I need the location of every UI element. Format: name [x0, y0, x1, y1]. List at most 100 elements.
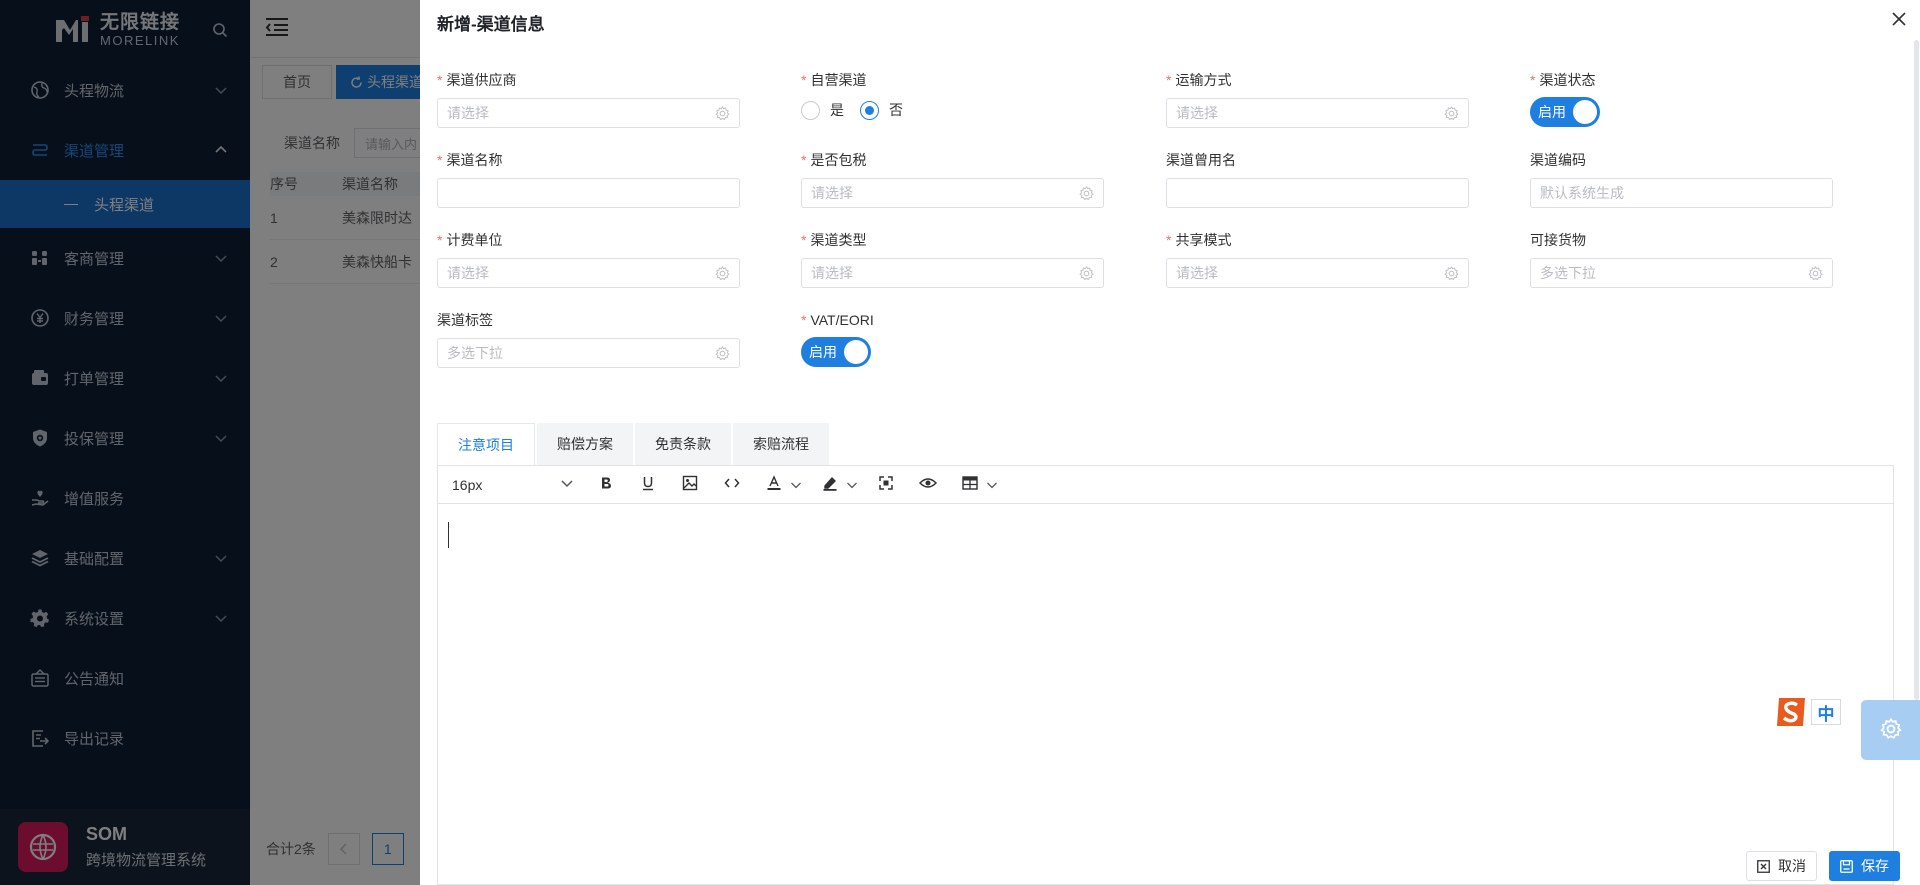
- required-mark: *: [801, 312, 807, 328]
- tab-compensation[interactable]: 赔偿方案: [537, 423, 633, 465]
- ime-indicator[interactable]: 中: [1773, 694, 1841, 730]
- field-label: 可接货物: [1530, 232, 1586, 248]
- select-placeholder: 请选择: [1176, 265, 1218, 281]
- field-channel-tags: 渠道标签 多选下拉: [437, 310, 740, 368]
- radio-label: 是: [830, 102, 844, 118]
- image-icon: [682, 475, 698, 494]
- field-label: 渠道编码: [1530, 152, 1586, 168]
- rich-text-editor[interactable]: 16px: [437, 465, 1894, 885]
- chevron-down-icon: [560, 476, 574, 493]
- switch-text: 启用: [809, 344, 837, 360]
- underline-button[interactable]: [634, 471, 662, 499]
- code-icon: [724, 476, 740, 493]
- select-placeholder: 请选择: [447, 265, 489, 281]
- required-mark: *: [437, 232, 443, 248]
- table-icon: [962, 476, 978, 493]
- field-channel-type: * 渠道类型 请选择: [801, 230, 1104, 288]
- field-supplier: * 渠道供应商 请选择: [437, 70, 740, 128]
- chevron-down-icon[interactable]: [986, 479, 998, 491]
- sogou-ime-icon: [1773, 694, 1809, 730]
- save-button[interactable]: 保存: [1829, 851, 1900, 881]
- field-alias: 渠道曾用名: [1166, 150, 1469, 208]
- required-mark: *: [1166, 72, 1172, 88]
- share-mode-select[interactable]: 请选择: [1166, 258, 1469, 288]
- alias-input[interactable]: [1166, 178, 1469, 208]
- tab-disclaimer[interactable]: 免责条款: [635, 423, 731, 465]
- select-placeholder: 请选择: [447, 105, 489, 121]
- acceptable-goods-multiselect[interactable]: 多选下拉: [1530, 258, 1833, 288]
- required-mark: *: [801, 232, 807, 248]
- close-icon[interactable]: [1892, 12, 1906, 26]
- tab-claim-process[interactable]: 索赔流程: [733, 423, 829, 465]
- button-label: 保存: [1861, 858, 1889, 874]
- editor-toolbar: 16px: [438, 466, 1893, 504]
- field-label: 自营渠道: [810, 72, 867, 88]
- close-square-icon: [1757, 859, 1778, 873]
- font-color-button[interactable]: [760, 471, 788, 499]
- settings-icon: [715, 346, 730, 361]
- required-mark: *: [801, 152, 807, 168]
- tax-included-select[interactable]: 请选择: [801, 178, 1104, 208]
- radio-circle: [860, 100, 879, 120]
- field-share-mode: * 共享模式 请选择: [1166, 230, 1469, 288]
- required-mark: *: [437, 152, 443, 168]
- tab-notes[interactable]: 注意项目: [437, 423, 535, 465]
- editor-tabs: 注意项目 赔偿方案 免责条款 索赔流程: [437, 423, 831, 465]
- required-mark: *: [1166, 232, 1172, 248]
- field-label: 共享模式: [1175, 232, 1232, 248]
- ime-language: 中: [1811, 699, 1841, 725]
- channel-name-input[interactable]: [437, 178, 740, 208]
- channel-info-drawer: 新增-渠道信息 * 渠道供应商 请选择 * 自营渠道 是 否 * 运输方式 请选择 *…: [420, 0, 1920, 885]
- field-code: 渠道编码 默认系统生成: [1530, 150, 1833, 208]
- channel-code-input[interactable]: 默认系统生成: [1530, 178, 1833, 208]
- vat-eori-toggle[interactable]: 启用: [801, 337, 871, 367]
- chevron-down-icon[interactable]: [790, 479, 802, 491]
- field-acceptable-goods: 可接货物 多选下拉: [1530, 230, 1833, 288]
- font-color-icon: [766, 475, 782, 494]
- font-size-value: 16px: [452, 476, 483, 493]
- settings-icon: [715, 106, 730, 121]
- settings-icon: [1079, 266, 1094, 281]
- chevron-down-icon[interactable]: [846, 479, 858, 491]
- switch-knob: [844, 340, 868, 364]
- required-mark: *: [437, 72, 443, 88]
- switch-text: 启用: [1538, 104, 1566, 120]
- radio-yes[interactable]: 是: [801, 100, 844, 120]
- field-label: 渠道供应商: [446, 72, 517, 88]
- cancel-button[interactable]: 取消: [1746, 851, 1817, 881]
- billing-unit-select[interactable]: 请选择: [437, 258, 740, 288]
- button-label: 取消: [1778, 858, 1806, 874]
- select-placeholder: 多选下拉: [1540, 265, 1596, 281]
- field-label: 渠道名称: [446, 152, 503, 168]
- table-button[interactable]: [956, 471, 984, 499]
- supplier-select[interactable]: 请选择: [437, 98, 740, 128]
- channel-type-select[interactable]: 请选择: [801, 258, 1104, 288]
- field-label: 渠道类型: [810, 232, 867, 248]
- field-label: 渠道状态: [1539, 72, 1596, 88]
- settings-icon: [1079, 186, 1094, 201]
- required-mark: *: [1530, 72, 1536, 88]
- floating-settings-button[interactable]: [1861, 700, 1920, 760]
- highlight-button[interactable]: [816, 471, 844, 499]
- field-self-operated: * 自营渠道 是 否: [801, 70, 919, 120]
- field-transport: * 运输方式 请选择: [1166, 70, 1469, 128]
- insert-image-button[interactable]: [676, 471, 704, 499]
- fullscreen-button[interactable]: [872, 471, 900, 499]
- required-mark: *: [801, 72, 807, 88]
- channel-tags-multiselect[interactable]: 多选下拉: [437, 338, 740, 368]
- fullscreen-icon: [879, 476, 893, 493]
- field-label: 运输方式: [1175, 72, 1232, 88]
- bold-button[interactable]: [592, 471, 620, 499]
- eye-icon: [918, 476, 938, 493]
- save-icon: [1840, 859, 1861, 873]
- font-size-select[interactable]: 16px: [452, 476, 578, 493]
- transport-select[interactable]: 请选择: [1166, 98, 1469, 128]
- status-toggle[interactable]: 启用: [1530, 97, 1600, 127]
- code-button[interactable]: [718, 471, 746, 499]
- highlight-pen-icon: [822, 475, 838, 494]
- radio-no[interactable]: 否: [860, 100, 903, 120]
- scrollbar[interactable]: [1914, 40, 1919, 700]
- underline-icon: [641, 476, 655, 494]
- radio-circle: [801, 100, 820, 120]
- preview-button[interactable]: [914, 471, 942, 499]
